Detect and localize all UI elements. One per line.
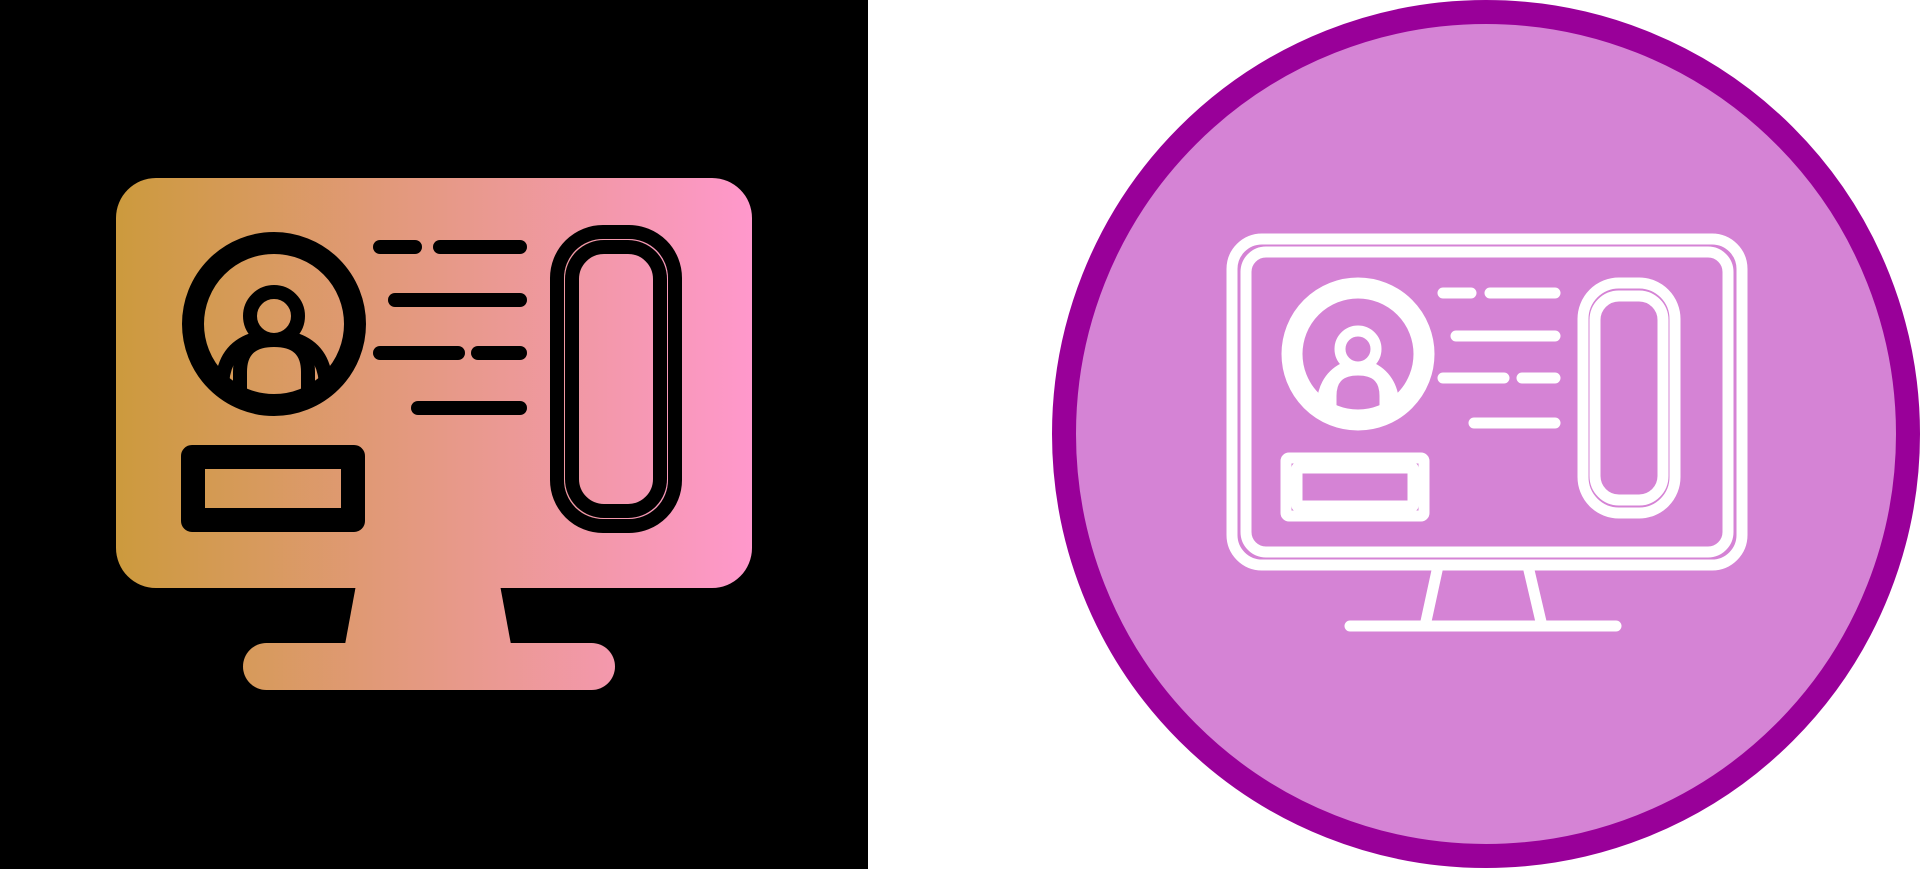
computer-profile-icon bbox=[868, 0, 1920, 869]
monitor-base bbox=[243, 643, 615, 690]
computer-profile-icon bbox=[0, 0, 868, 869]
gradient-icon-panel bbox=[0, 0, 868, 869]
icon-showcase bbox=[0, 0, 1920, 869]
badge-circle bbox=[1052, 0, 1920, 868]
outline-icon-panel bbox=[868, 0, 1920, 869]
monitor-stand-neck bbox=[344, 585, 512, 650]
